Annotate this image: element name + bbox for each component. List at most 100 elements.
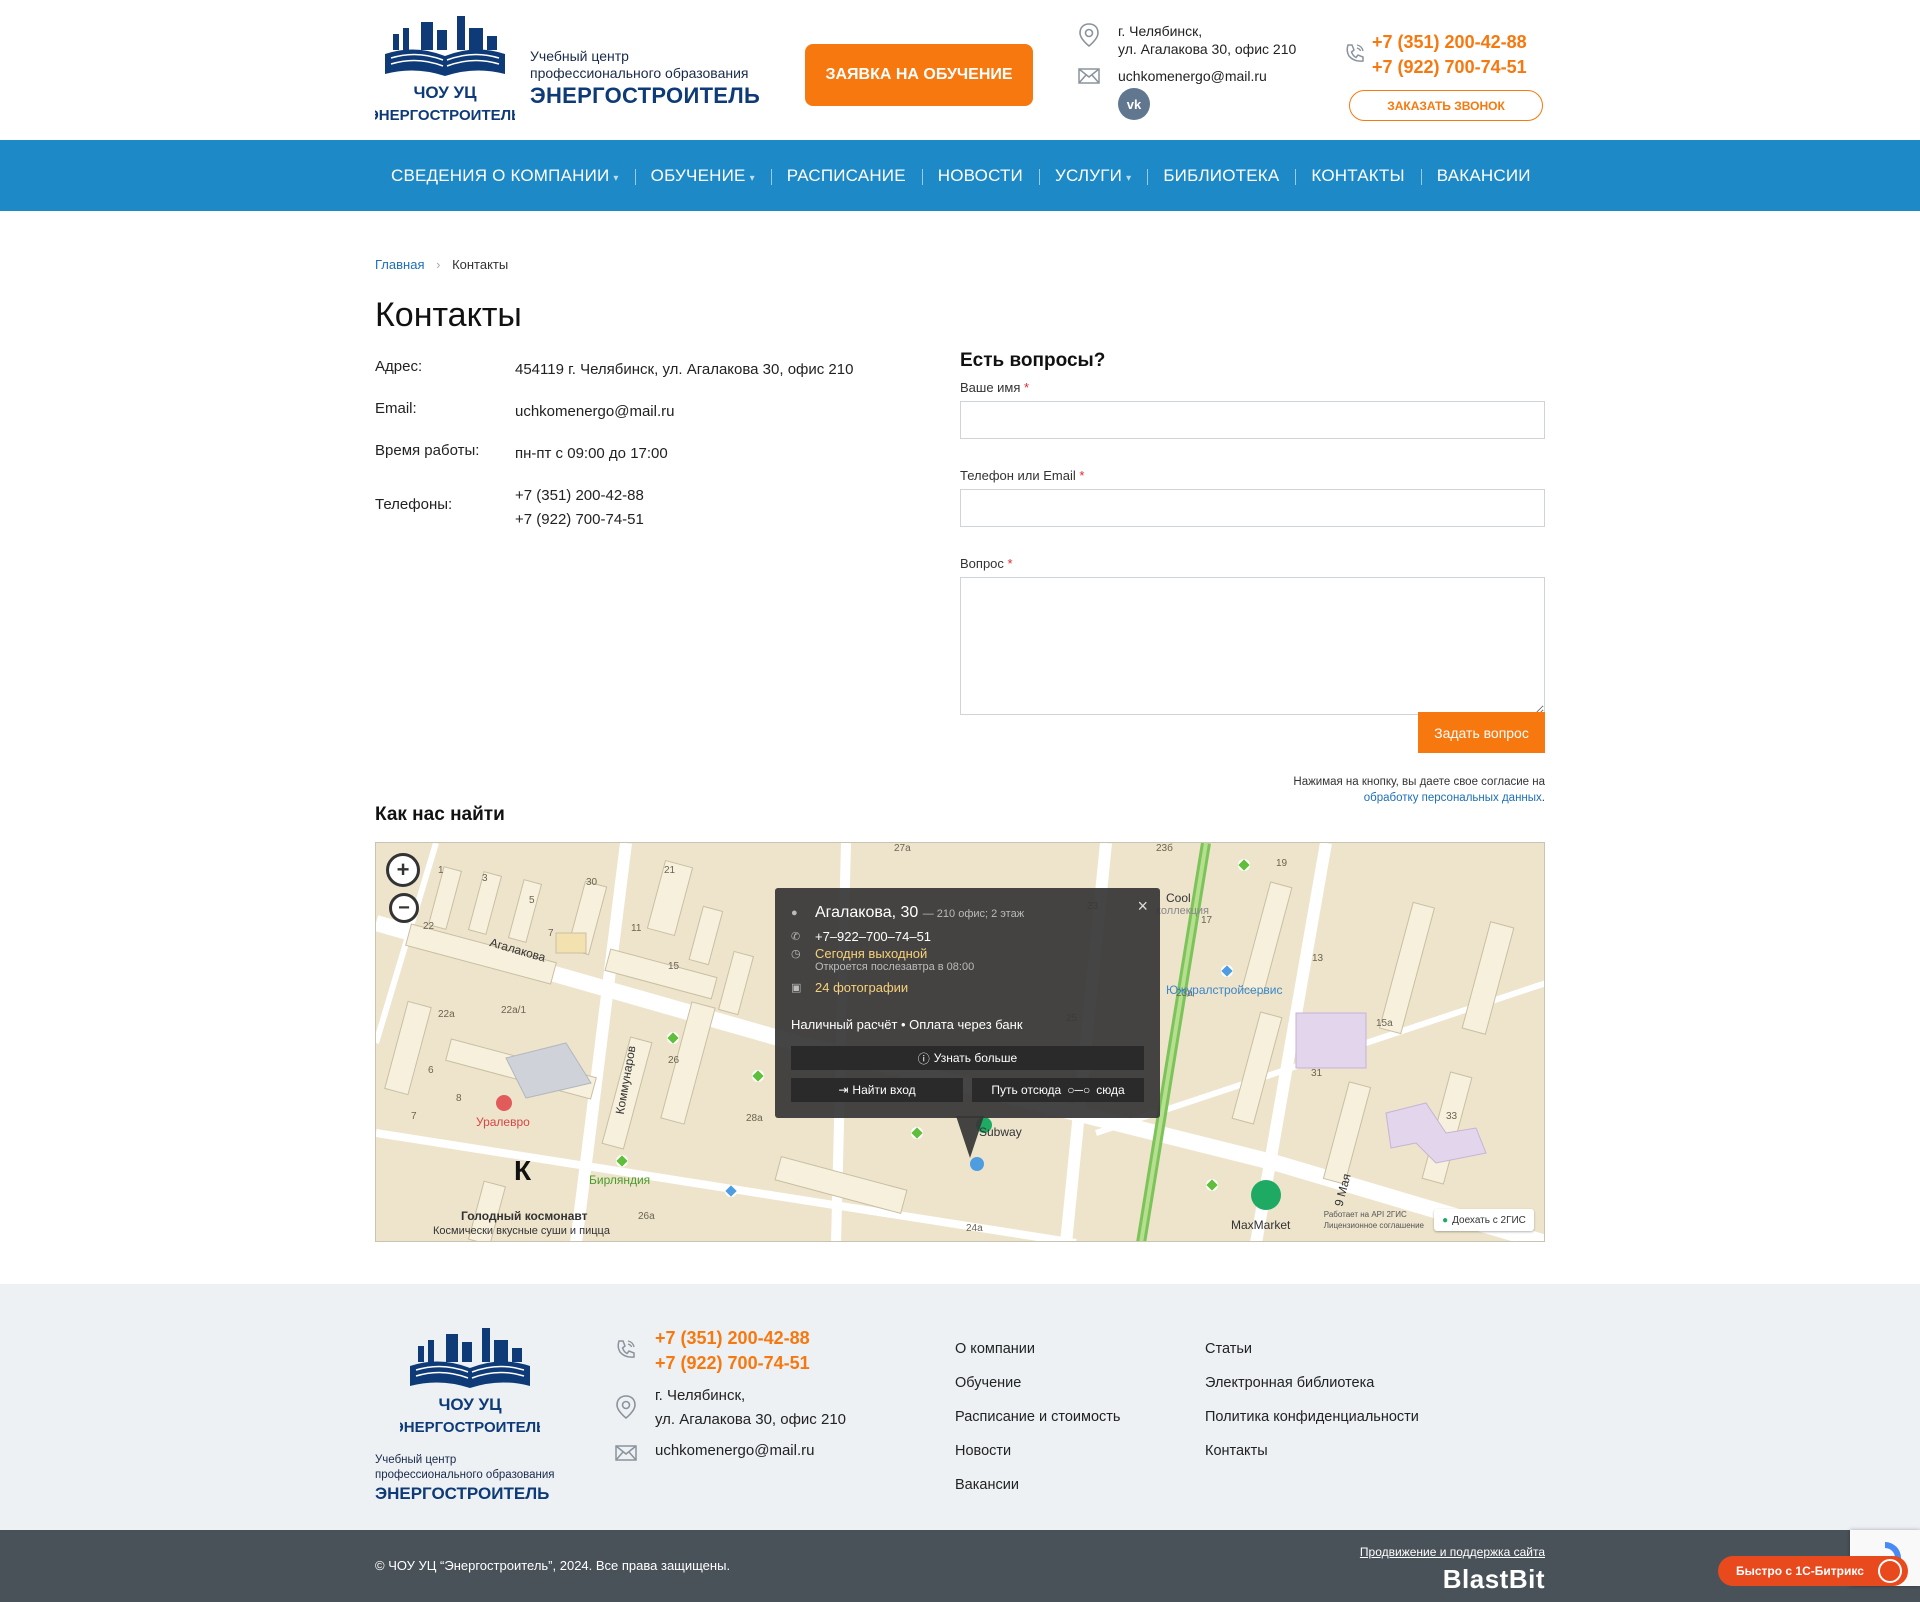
phones-label: Телефоны:	[375, 496, 453, 513]
header-phone1[interactable]: +7 (351) 200-42-88	[1372, 30, 1527, 55]
main-nav-list: СВЕДЕНИЯ О КОМПАНИИ ▾ ОБУЧЕНИЕ ▾ РАСПИСАНИЕ Н…	[375, 140, 1547, 211]
footer-link[interactable]: Обучение	[955, 1366, 1120, 1400]
brand-name: ЭНЕРГОСТРОИТЕЛЬ	[530, 83, 761, 108]
map-house-number: 28а	[746, 1113, 763, 1124]
map-house-number: 33	[1446, 1111, 1458, 1122]
vk-icon[interactable]: vk	[1118, 88, 1150, 120]
question-label: Вопрос *	[960, 556, 1013, 571]
popup-entrance-button[interactable]: ⇥ Найти вход	[791, 1078, 963, 1102]
email-value[interactable]: uchkomenergo@mail.ru	[515, 400, 674, 424]
popup-title: Агалакова, 30	[815, 904, 919, 921]
brand-line1: Учебный центр	[530, 48, 629, 64]
request-callback-button[interactable]: ЗАКАЗАТЬ ЗВОНОК	[1349, 90, 1543, 121]
close-icon[interactable]: ×	[1137, 896, 1148, 917]
nav-item-label: ОБУЧЕНИЕ	[650, 165, 746, 185]
footer-link[interactable]: Новости	[955, 1434, 1120, 1468]
map-zoom-in-button[interactable]: +	[386, 853, 420, 887]
popup-payment: Наличный расчёт • Оплата через банк	[791, 1017, 1023, 1032]
footer-brand-line2: профессионального образования	[375, 1469, 555, 1481]
breadcrumb-current: Контакты	[452, 257, 509, 272]
bitrix-badge[interactable]: Быстро с 1С-Битрикс	[1718, 1556, 1908, 1586]
header-phone2[interactable]: +7 (922) 700-74-51	[1372, 55, 1527, 80]
map-zoom-out-button[interactable]: −	[389, 893, 419, 923]
camera-icon: ▣	[791, 982, 802, 994]
info-icon: ⓘ	[917, 1051, 930, 1066]
header-email[interactable]: uchkomenergo@mail.ru	[1118, 68, 1267, 84]
nav-item-0[interactable]: СВЕДЕНИЯ О КОМПАНИИ ▾	[375, 166, 635, 186]
hours-value: пн-пт с 09:00 до 17:00	[515, 445, 668, 462]
phone1-value[interactable]: +7 (351) 200-42-88	[515, 484, 644, 508]
personal-data-link[interactable]: обработку персональных данных	[1364, 792, 1542, 804]
footer-brand: Учебный центр профессионального образова…	[375, 1453, 555, 1505]
footer-link[interactable]: Вакансии	[955, 1468, 1120, 1502]
apply-training-button[interactable]: ЗАЯВКА НА ОБУЧЕНИЕ	[805, 44, 1033, 106]
footer-email[interactable]: uchkomenergo@mail.ru	[655, 1442, 814, 1459]
footer-phone1[interactable]: +7 (351) 200-42-88	[655, 1326, 810, 1351]
bitrix-badge-label: Быстро с 1С-Битрикс	[1736, 1564, 1864, 1578]
submit-question-button[interactable]: Задать вопрос	[1418, 712, 1545, 753]
map-heading: Как нас найти	[375, 804, 505, 825]
site-header: ЧОУ УЦ «ЭНЕРГОСТРОИТЕЛЬ» Учебный центр п…	[0, 0, 1920, 140]
popup-tail	[956, 1116, 984, 1158]
map-house-number: 27а	[894, 843, 911, 854]
map-house-number: 23б	[1156, 843, 1173, 854]
map-house-number: 13	[1312, 953, 1324, 964]
footer-link[interactable]: Контакты	[1205, 1434, 1419, 1468]
map-widget[interactable]: 1353021227111522а22а/12628а24а68726а2317…	[375, 842, 1545, 1242]
tree-icon: ●	[1442, 1214, 1449, 1226]
agency-logo[interactable]: BlastBit	[1443, 1564, 1545, 1595]
open-2gis-button[interactable]: ● Доехать с 2ГИС	[1434, 1209, 1534, 1231]
footer-link[interactable]: Расписание и стоимость	[955, 1400, 1120, 1434]
popup-subtitle: — 210 офис; 2 этаж	[922, 908, 1025, 920]
header-contacts: г. Челябинск, ул. Агалакова 30, офис 210…	[1078, 20, 1296, 84]
footer-logo-icon[interactable]: ЧОУ УЦ «ЭНЕРГОСТРОИТЕЛЬ»	[400, 1326, 540, 1442]
nav-item-4[interactable]: УСЛУГИ ▾	[1038, 166, 1147, 186]
form-title: Есть вопросы?	[960, 350, 1106, 371]
map-house-number: 11	[631, 923, 642, 934]
footer-logo-line1: ЧОУ УЦ	[438, 1395, 502, 1414]
nav-item-1[interactable]: ОБУЧЕНИЕ ▾	[634, 165, 771, 186]
breadcrumb-home[interactable]: Главная	[375, 257, 424, 272]
nav-item-6[interactable]: КОНТАКТЫ	[1295, 166, 1420, 186]
footer-brand-name: ЭНЕРГОСТРОИТЕЛЬ	[375, 1484, 550, 1503]
address-value: 454119 г. Челябинск, ул. Агалакова 30, о…	[515, 361, 854, 378]
promo-link[interactable]: Продвижение и поддержка сайта	[1360, 1545, 1545, 1559]
map-house-number: 30	[586, 877, 598, 888]
footer-link[interactable]: О компании	[955, 1332, 1120, 1366]
email-label: Email:	[375, 400, 417, 417]
footer-link[interactable]: Электронная библиотека	[1205, 1366, 1419, 1400]
popup-route-button[interactable]: Путь отсюда ○─○ сюда	[972, 1078, 1144, 1102]
popup-more-button[interactable]: ⓘ Узнать больше	[791, 1046, 1144, 1070]
map-maxmarket-label: MaxMarket	[1231, 1218, 1291, 1232]
footer-link[interactable]: Политика конфиденциальности	[1205, 1400, 1419, 1434]
page-title: Контакты	[375, 296, 522, 334]
popup-status[interactable]: Сегодня выходной	[815, 946, 927, 961]
nav-item-2[interactable]: РАСПИСАНИЕ	[770, 166, 922, 186]
route-icon: ○─○	[1067, 1083, 1091, 1097]
footer-link[interactable]: Статьи	[1205, 1332, 1419, 1366]
contact-input[interactable]	[960, 489, 1545, 527]
phone2-value[interactable]: +7 (922) 700-74-51	[515, 508, 644, 532]
question-textarea[interactable]	[960, 577, 1545, 715]
popup-phone[interactable]: +7–922–700–74–51	[815, 929, 931, 944]
nav-item-7[interactable]: ВАКАНСИИ	[1420, 166, 1547, 186]
nav-item-label: СВЕДЕНИЯ О КОМПАНИИ	[391, 165, 610, 185]
nav-item-3[interactable]: НОВОСТИ	[921, 166, 1039, 186]
map-house-number: 7	[411, 1111, 417, 1122]
map-kosmonavt-sub: Космически вкусные суши и пицца	[433, 1225, 610, 1237]
logo-line1: ЧОУ УЦ	[413, 83, 477, 102]
popup-opens: Откроется послезавтра в 08:00	[815, 961, 975, 973]
nav-item-5[interactable]: БИБЛИОТЕКА	[1147, 166, 1295, 186]
logo-icon[interactable]: ЧОУ УЦ «ЭНЕРГОСТРОИТЕЛЬ»	[375, 14, 515, 130]
k-logo-icon: К	[514, 1155, 532, 1186]
map-house-number: 5	[529, 895, 535, 906]
mail-icon	[1078, 68, 1100, 84]
name-input[interactable]	[960, 401, 1545, 439]
popup-photos[interactable]: 24 фотографии	[815, 980, 908, 995]
pin-icon: ●	[791, 907, 798, 919]
address-label: Адрес:	[375, 358, 423, 375]
header-phones: +7 (351) 200-42-88 +7 (922) 700-74-51	[1372, 30, 1527, 80]
footer-phone2[interactable]: +7 (922) 700-74-51	[655, 1351, 810, 1376]
nav-item-label: КОНТАКТЫ	[1311, 165, 1405, 185]
footer-address: г. Челябинск, ул. Агалакова 30, офис 210	[655, 1384, 846, 1432]
